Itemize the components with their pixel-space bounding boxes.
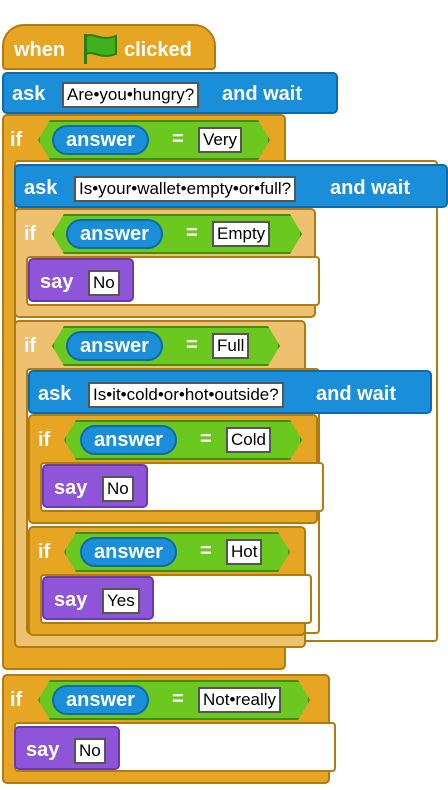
say-text-input[interactable]: No [74, 738, 106, 764]
ask-block-wallet[interactable]: ask Is•your•wallet•empty•or•full? and wa… [14, 164, 448, 208]
script-area: when clicked ask Are•you•hungry? and wai… [0, 0, 448, 790]
equals-sign: = [200, 428, 212, 450]
question-input[interactable]: Is•it•cold•or•hot•outside? [88, 382, 284, 408]
if-label: if [10, 689, 23, 711]
if-label: if [38, 429, 51, 451]
equals-sign: = [186, 334, 198, 356]
answer-reporter[interactable]: answer [52, 125, 149, 155]
if-label: if [24, 223, 37, 245]
say-label: say [40, 271, 74, 293]
question-input[interactable]: Is•your•wallet•empty•or•full? [74, 176, 297, 202]
say-block[interactable]: say Yes [42, 576, 154, 620]
say-text-input[interactable]: Yes [102, 588, 140, 614]
and-wait-label: and wait [316, 383, 397, 405]
say-label: say [26, 739, 60, 761]
ask-label: ask [24, 177, 58, 199]
say-block[interactable]: say No [14, 726, 120, 770]
ask-block-hungry[interactable]: ask Are•you•hungry? and wait [2, 72, 338, 114]
and-wait-label: and wait [222, 83, 303, 105]
question-input[interactable]: Are•you•hungry? [62, 82, 200, 108]
if-label: if [38, 541, 51, 563]
value-input[interactable]: Hot [226, 539, 263, 565]
ask-block-outside[interactable]: ask Is•it•cold•or•hot•outside? and wait [28, 370, 432, 414]
answer-reporter[interactable]: answer [80, 425, 177, 455]
equals-sign: = [172, 688, 184, 710]
when-flag-clicked-hat[interactable]: when clicked [2, 24, 216, 70]
if-label: if [10, 129, 23, 151]
say-text-input[interactable]: No [102, 476, 134, 502]
ask-label: ask [12, 83, 46, 105]
value-input[interactable]: Empty [212, 221, 271, 247]
equals-sign: = [172, 128, 184, 150]
answer-reporter[interactable]: answer [66, 331, 163, 361]
green-flag-icon [84, 34, 117, 64]
equals-sign: = [186, 222, 198, 244]
say-block[interactable]: say No [42, 464, 148, 508]
say-block[interactable]: say No [28, 258, 134, 302]
equals-sign: = [200, 540, 212, 562]
value-input[interactable]: Full [212, 333, 250, 359]
answer-reporter[interactable]: answer [66, 219, 163, 249]
value-input[interactable]: Very [198, 127, 243, 153]
if-label: if [24, 335, 37, 357]
answer-reporter[interactable]: answer [80, 537, 177, 567]
ask-label: ask [38, 383, 72, 405]
value-input[interactable]: Not•really [198, 687, 282, 713]
say-label: say [54, 589, 88, 611]
value-input[interactable]: Cold [226, 427, 271, 453]
say-label: say [54, 477, 88, 499]
clicked-label: clicked [124, 39, 192, 61]
and-wait-label: and wait [330, 177, 411, 199]
when-label: when [14, 39, 66, 61]
say-text-input[interactable]: No [88, 270, 120, 296]
answer-reporter[interactable]: answer [52, 685, 149, 715]
